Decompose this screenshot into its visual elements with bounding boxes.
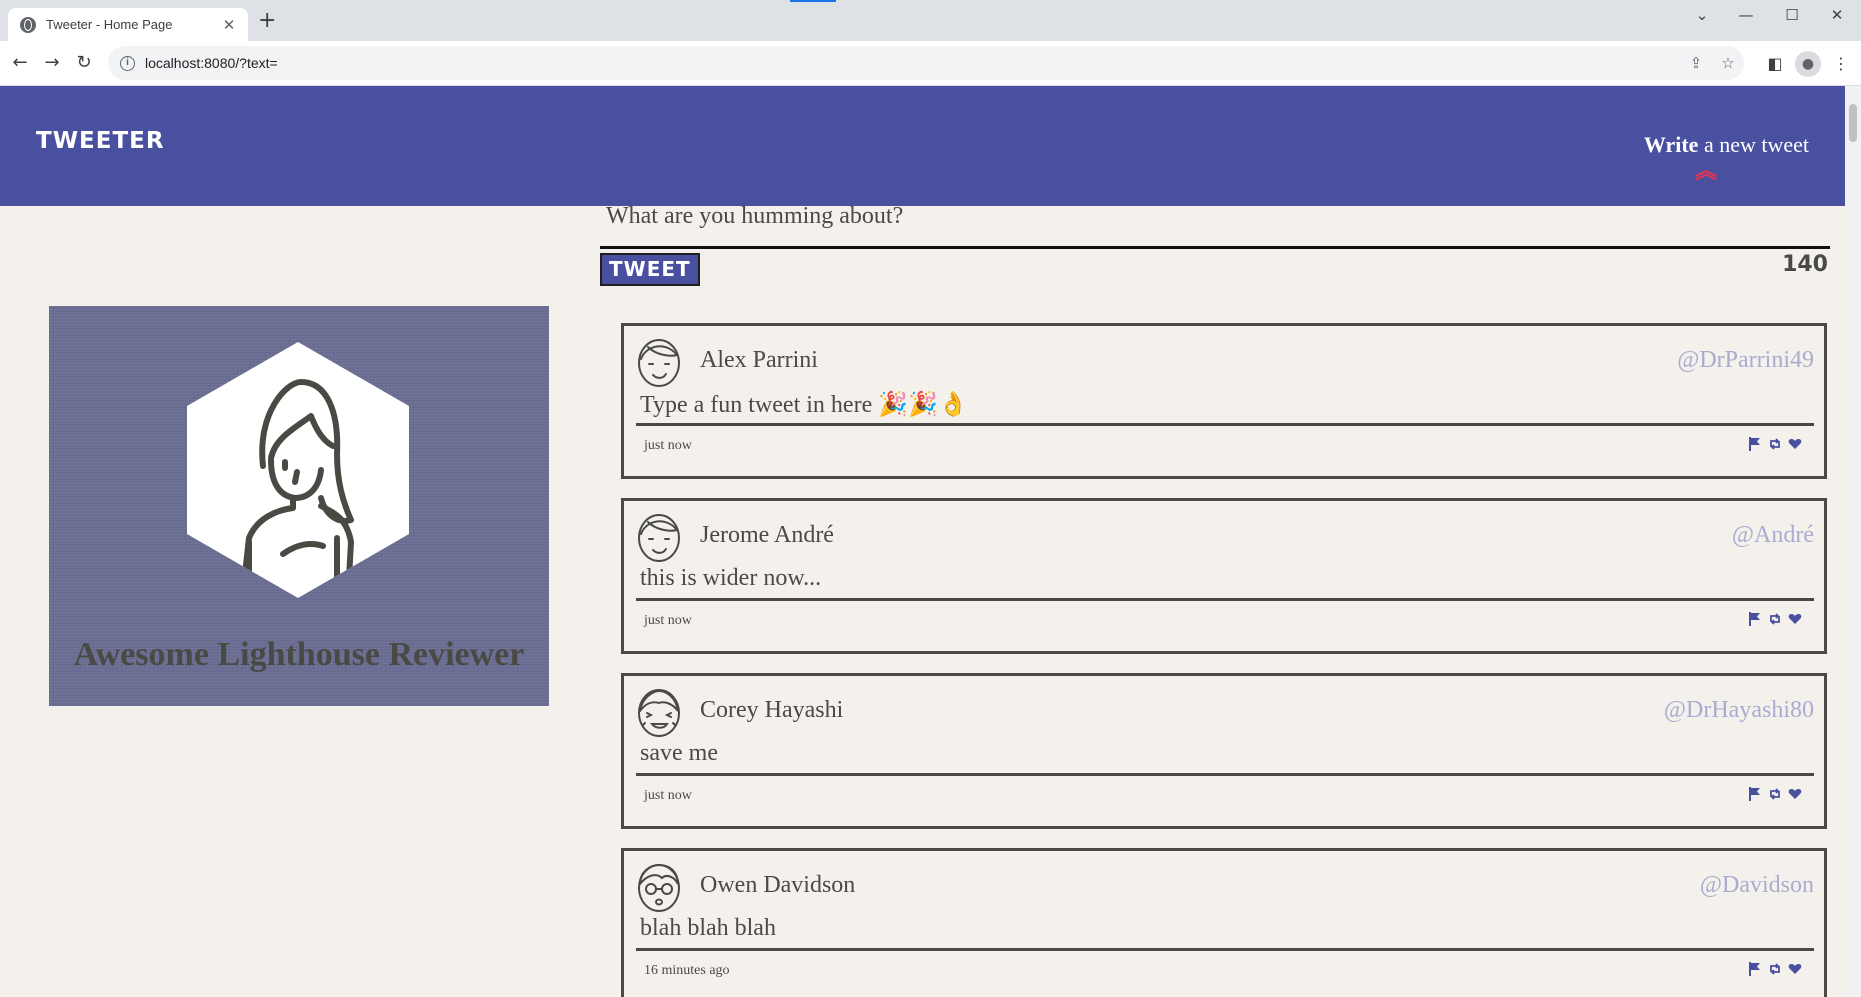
minimize-icon[interactable]: —	[1724, 6, 1768, 28]
new-tab-button[interactable]: +	[258, 10, 276, 32]
flag-icon[interactable]	[1748, 786, 1762, 802]
user-profile-card: Awesome Lighthouse Reviewer	[49, 306, 549, 706]
retweet-icon[interactable]	[1768, 436, 1782, 452]
window-close-icon[interactable]: ✕	[1815, 6, 1859, 28]
character-counter: 140	[1782, 252, 1828, 277]
tab-search-icon[interactable]: ⌄	[1680, 6, 1724, 28]
tweet-author-handle[interactable]: @Davidson	[1700, 872, 1814, 899]
tweet-divider	[636, 598, 1814, 601]
share-icon[interactable]: ⇪	[1680, 54, 1712, 72]
tweet-author-handle[interactable]: @André	[1732, 522, 1814, 549]
tweet-timestamp: just now	[644, 438, 692, 453]
heart-icon[interactable]	[1788, 611, 1802, 627]
site-nav-bar: TWEETER Write a new tweet ︽	[0, 86, 1845, 206]
flag-icon[interactable]	[1748, 961, 1762, 977]
page-scrollbar[interactable]	[1845, 86, 1861, 997]
scrollbar-thumb[interactable]	[1849, 104, 1857, 142]
tweet-card: Alex Parrini @DrParrini49 Type a fun twe…	[621, 323, 1827, 479]
site-logo[interactable]: TWEETER	[36, 128, 165, 154]
heart-icon[interactable]	[1788, 961, 1802, 977]
tweet-divider	[636, 773, 1814, 776]
retweet-icon[interactable]	[1768, 961, 1782, 977]
globe-icon	[20, 16, 36, 33]
url-text[interactable]: localhost:8080/?text=	[145, 55, 1680, 71]
page-viewport: TWEETER Write a new tweet ︽ Awesome Ligh…	[0, 86, 1845, 997]
tweet-author-handle[interactable]: @DrHayashi80	[1664, 697, 1814, 724]
profile-avatar-woman-icon	[242, 379, 354, 581]
tweet-body: Type a fun tweet in here 🎉🎉👌	[640, 392, 968, 418]
retweet-icon[interactable]	[1768, 611, 1782, 627]
browser-tab-active[interactable]: Tweeter - Home Page ✕	[8, 8, 248, 41]
tweet-actions	[1748, 786, 1802, 802]
flag-icon[interactable]	[1748, 436, 1762, 452]
tweet-author-handle[interactable]: @DrParrini49	[1677, 347, 1814, 374]
avatar-squint-icon	[638, 689, 680, 737]
tweet-actions	[1748, 436, 1802, 452]
tweet-card: Jerome André @André this is wider now...…	[621, 498, 1827, 654]
tweet-actions	[1748, 611, 1802, 627]
tweet-author-name: Alex Parrini	[700, 347, 818, 373]
double-chevron-up-icon[interactable]: ︽	[1695, 161, 1717, 183]
flag-icon[interactable]	[1748, 611, 1762, 627]
back-arrow-icon[interactable]: ←	[6, 49, 34, 77]
tweet-body: this is wider now...	[640, 565, 822, 591]
heart-icon[interactable]	[1788, 786, 1802, 802]
avatar-smile-icon	[638, 339, 680, 387]
bookmark-star-icon[interactable]: ☆	[1712, 54, 1744, 72]
tweet-timestamp: 16 minutes ago	[644, 963, 730, 978]
tweet-divider	[636, 423, 1814, 426]
tweet-textarea[interactable]: What are you humming about?	[600, 190, 1830, 242]
write-label-rest: a new tweet	[1698, 132, 1809, 157]
browser-tab-strip: Tweeter - Home Page ✕ + ⌄ — ☐ ✕	[0, 0, 1861, 41]
retweet-icon[interactable]	[1768, 786, 1782, 802]
site-info-icon[interactable]: i	[120, 55, 135, 71]
profile-avatar-icon[interactable]: ●	[1795, 51, 1821, 77]
tweet-body: blah blah blah	[640, 915, 776, 941]
tab-close-icon[interactable]: ✕	[220, 16, 238, 34]
tweet-author-name: Owen Davidson	[700, 872, 856, 898]
avatar-smile-icon	[638, 514, 680, 562]
maximize-icon[interactable]: ☐	[1770, 6, 1814, 28]
side-panel-icon[interactable]: ◧	[1762, 51, 1788, 77]
profile-display-name: Awesome Lighthouse Reviewer	[73, 636, 525, 673]
tweet-card: Corey Hayashi @DrHayashi80 save me just …	[621, 673, 1827, 829]
write-new-tweet-button[interactable]: Write a new tweet	[1644, 132, 1809, 158]
tweet-divider	[636, 948, 1814, 951]
reload-icon[interactable]: ↻	[70, 49, 98, 77]
browser-menu-icon[interactable]: ⋮	[1828, 51, 1854, 77]
tab-strip-accent	[790, 0, 836, 2]
tweet-author-name: Jerome André	[700, 522, 834, 548]
tweet-author-name: Corey Hayashi	[700, 697, 844, 723]
address-bar[interactable]: i localhost:8080/?text= ⇪ ☆	[108, 46, 1744, 80]
tweet-submit-button[interactable]: TWEET	[600, 253, 700, 286]
compose-divider	[600, 246, 1830, 249]
tweet-feed: Alex Parrini @DrParrini49 Type a fun twe…	[621, 323, 1827, 997]
tweet-actions	[1748, 961, 1802, 977]
write-label-bold: Write	[1643, 132, 1699, 157]
heart-icon[interactable]	[1788, 436, 1802, 452]
tweet-timestamp: just now	[644, 788, 692, 803]
new-tweet-form: What are you humming about? TWEET 140	[600, 190, 1830, 286]
tweet-timestamp: just now	[644, 613, 692, 628]
avatar-glasses-icon	[638, 863, 680, 912]
tweet-card: Owen Davidson @Davidson blah blah blah 1…	[621, 848, 1827, 997]
browser-toolbar: ← → ↻ i localhost:8080/?text= ⇪ ☆ ◧ ● ⋮	[0, 41, 1861, 86]
tab-title: Tweeter - Home Page	[46, 17, 173, 32]
tweet-body: save me	[640, 740, 718, 766]
profile-hexagon	[187, 342, 409, 598]
forward-arrow-icon[interactable]: →	[38, 49, 66, 77]
